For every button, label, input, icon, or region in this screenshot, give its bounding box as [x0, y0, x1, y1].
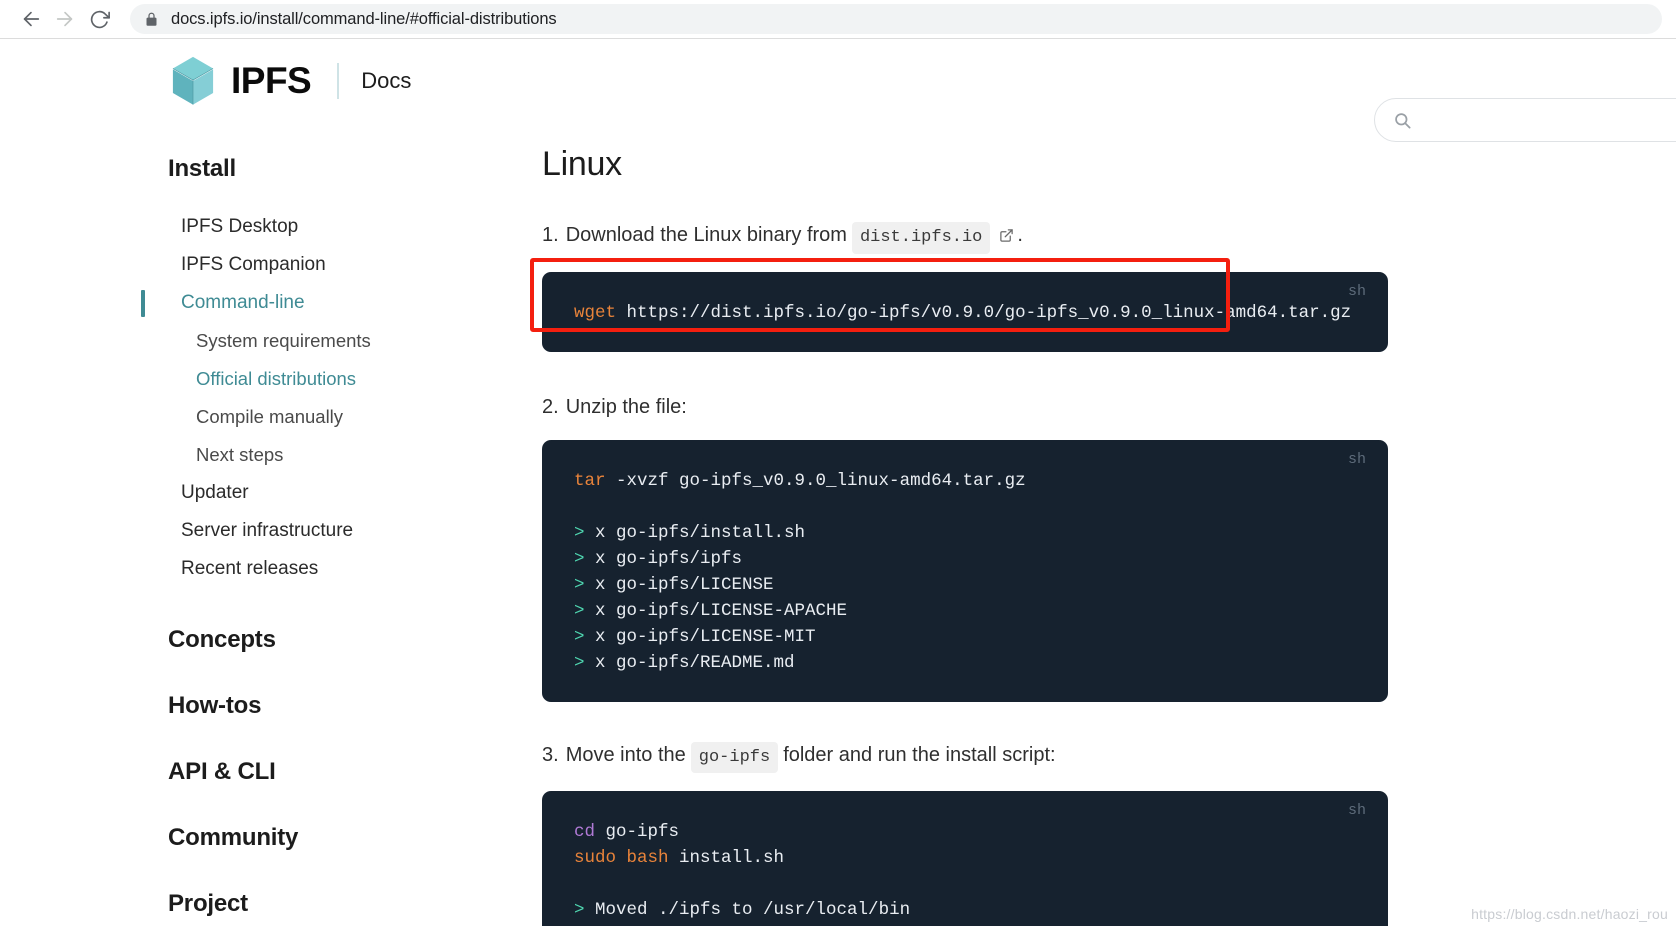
sidebar-item-label: Updater	[181, 482, 249, 503]
code-token-rest: go-ipfs	[595, 822, 680, 842]
step-text-after: .	[1017, 224, 1023, 246]
sidebar-group-project[interactable]: Project	[0, 890, 408, 918]
reload-icon	[89, 9, 110, 30]
code-block-3[interactable]: sh cd go-ipfs sudo bash install.sh > Mov…	[542, 791, 1388, 926]
code-token-rest: -xvzf go-ipfs_v0.9.0_linux-amd64.tar.gz	[605, 470, 1026, 491]
sidebar-item-system-requirements[interactable]: System requirements	[0, 322, 408, 360]
header-divider	[337, 63, 340, 99]
forward-button[interactable]	[48, 2, 82, 36]
ipfs-cube-logo	[168, 56, 218, 106]
sidebar-item-label: Server infrastructure	[181, 520, 354, 541]
sidebar-item-label: System requirements	[196, 330, 371, 351]
sidebar-item-next-steps[interactable]: Next steps	[0, 436, 408, 474]
sidebar-item-label: Official distributions	[196, 368, 357, 389]
sidebar-item-label: IPFS Companion	[181, 254, 326, 275]
step-text-after: folder and run the install script:	[783, 743, 1056, 766]
code-token-rest: install.sh	[668, 848, 785, 868]
sidebar-group-api-cli[interactable]: API & CLI	[0, 758, 408, 786]
sidebar-item-server-infrastructure[interactable]: Server infrastructure	[0, 512, 408, 550]
sidebar-group-community[interactable]: Community	[0, 824, 408, 852]
arrow-right-icon	[54, 8, 76, 30]
code-token-prompt: >	[574, 652, 585, 673]
lock-icon	[144, 12, 159, 27]
sidebar-group-concepts[interactable]: Concepts	[0, 626, 408, 654]
sidebar-group-how-tos[interactable]: How-tos	[0, 692, 408, 720]
code-token-rest: x go-ipfs/install.sh	[584, 522, 806, 543]
code-token-keyword: cd	[574, 822, 596, 842]
brand-link[interactable]: IPFS	[168, 56, 312, 106]
step-text: Unzip the file:	[565, 395, 687, 418]
code-token-prompt: >	[574, 522, 585, 543]
code-token-command: sudo bash	[574, 848, 669, 868]
code-token-command: wget	[574, 302, 617, 323]
code-content[interactable]: tar -xvzf go-ipfs_v0.9.0_linux-amd64.tar…	[574, 468, 1356, 676]
step-number: 2.	[542, 395, 559, 418]
code-token-rest: x go-ipfs/LICENSE-MIT	[584, 626, 816, 647]
sidebar-item-command-line[interactable]: Command-line	[0, 284, 408, 322]
url-text: docs.ipfs.io/install/command-line/#offic…	[171, 9, 557, 28]
external-link-icon[interactable]	[999, 228, 1014, 243]
page-body: Install IPFS Desktop IPFS Companion Comm…	[0, 123, 1676, 926]
code-token-prompt: >	[574, 626, 585, 647]
code-token-prompt: >	[574, 600, 585, 621]
sidebar-item-compile-manually[interactable]: Compile manually	[0, 398, 408, 436]
back-button[interactable]	[14, 2, 48, 36]
inline-code-dist-ipfs-io[interactable]: dist.ipfs.io	[851, 222, 991, 254]
inline-code-go-ipfs: go-ipfs	[690, 741, 779, 773]
sidebar-item-label: Compile manually	[196, 406, 344, 427]
code-language-label: sh	[1347, 282, 1366, 300]
code-token-rest: x go-ipfs/LICENSE	[584, 574, 774, 595]
code-token-prompt: >	[574, 900, 585, 920]
code-block-1[interactable]: sh wget https://dist.ipfs.io/go-ipfs/v0.…	[530, 257, 1388, 352]
code-token-rest: x go-ipfs/ipfs	[584, 548, 743, 569]
watermark-text: https://blog.csdn.net/haozi_rou	[1471, 906, 1668, 922]
arrow-left-icon	[20, 8, 42, 30]
code-token-prompt: >	[574, 548, 585, 569]
step-text: Download the Linux binary from	[565, 224, 847, 246]
section-name[interactable]: Docs	[361, 68, 411, 94]
step-3: 3. Move into the go-ipfs folder and run …	[542, 740, 1442, 773]
code-token-command: tar	[574, 470, 606, 491]
code-content[interactable]: cd go-ipfs sudo bash install.sh > Moved …	[574, 819, 1356, 923]
browser-toolbar: docs.ipfs.io/install/command-line/#offic…	[0, 0, 1676, 39]
sidebar-item-official-distributions[interactable]: Official distributions	[0, 360, 408, 398]
sidebar-item-label: Next steps	[196, 444, 284, 465]
code-token-rest: Moved ./ipfs to /usr/local/bin	[584, 900, 911, 920]
sidebar-nav: Install IPFS Desktop IPFS Companion Comm…	[0, 123, 408, 926]
sidebar-item-recent-releases[interactable]: Recent releases	[0, 550, 408, 588]
code-token-rest: https://dist.ipfs.io/go-ipfs/v0.9.0/go-i…	[616, 302, 1352, 323]
code-content[interactable]: wget https://dist.ipfs.io/go-ipfs/v0.9.0…	[574, 300, 1356, 326]
code-block-2[interactable]: sh tar -xvzf go-ipfs_v0.9.0_linux-amd64.…	[542, 439, 1388, 702]
code-language-label: sh	[1347, 450, 1366, 468]
brand-name: IPFS	[231, 60, 312, 101]
sidebar-item-ipfs-companion[interactable]: IPFS Companion	[0, 246, 408, 284]
sidebar-item-label: IPFS Desktop	[181, 216, 299, 237]
page-title: Linux	[542, 145, 622, 183]
active-indicator-bar	[141, 290, 145, 317]
reload-button[interactable]	[82, 2, 116, 36]
step-1: 1. Download the Linux binary from dist.i…	[542, 220, 1442, 254]
sidebar-item-updater[interactable]: Updater	[0, 474, 408, 512]
sidebar-item-label: Recent releases	[181, 558, 319, 579]
sidebar-group-install[interactable]: Install	[0, 155, 408, 183]
code-token-prompt: >	[574, 574, 585, 595]
step-number: 1.	[542, 224, 559, 246]
sidebar-item-label: Command-line	[181, 292, 305, 313]
step-2: 2. Unzip the file:	[542, 392, 1442, 422]
code-token-rest: x go-ipfs/README.md	[584, 652, 795, 673]
address-bar[interactable]: docs.ipfs.io/install/command-line/#offic…	[130, 4, 1662, 34]
sidebar-item-ipfs-desktop[interactable]: IPFS Desktop	[0, 208, 408, 246]
code-language-label: sh	[1347, 802, 1366, 819]
main-content: Linux 1. Download the Linux binary from …	[408, 123, 1676, 926]
code-token-rest: x go-ipfs/LICENSE-APACHE	[584, 600, 848, 621]
step-number: 3.	[542, 743, 559, 766]
site-header: IPFS Docs	[0, 39, 1676, 142]
step-text: Move into the	[565, 743, 686, 766]
